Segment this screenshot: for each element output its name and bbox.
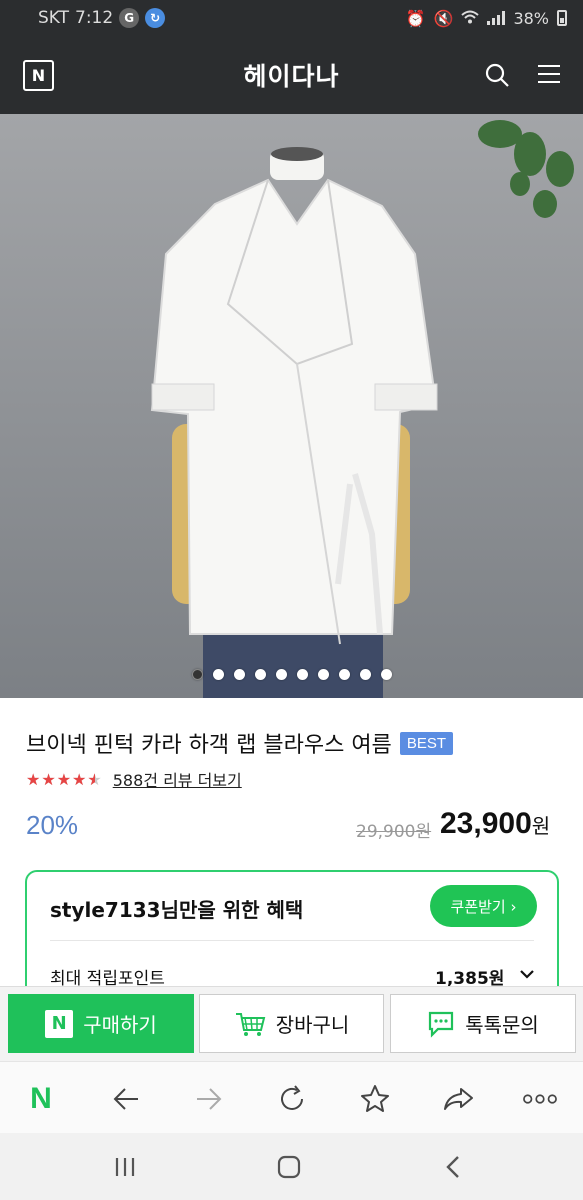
product-image-gallery[interactable] (0, 114, 583, 698)
recent-apps-icon[interactable] (111, 1153, 139, 1181)
sale-price: 23,900원 (440, 807, 550, 841)
naver-pay-icon: N (45, 1009, 74, 1038)
app-header: N 헤이다나 (0, 36, 583, 114)
cart-button[interactable]: 장바구니 (199, 994, 384, 1053)
wifi-icon (461, 9, 480, 28)
share-icon[interactable] (441, 1082, 475, 1116)
signal-icon (487, 11, 506, 25)
battery-icon (557, 10, 567, 26)
product-title-row: 브이넥 핀턱 카라 하객 랩 블라우스 여름 BEST (26, 727, 453, 759)
gallery-dot[interactable] (254, 669, 266, 680)
original-price: 29,900원 (356, 822, 432, 842)
carrier-label: SKT (38, 8, 70, 28)
rating-stars: ★★★★★ ★★★★★ (26, 770, 103, 789)
stars-filled: ★★★★★ (26, 769, 96, 789)
benefit-title: style7133님만을 위한 혜택 (50, 898, 304, 922)
forward-arrow-icon[interactable] (192, 1082, 226, 1116)
home-icon[interactable] (275, 1153, 303, 1181)
chevron-down-icon[interactable] (519, 968, 535, 980)
talktalk-inquiry-button[interactable]: 톡톡문의 (390, 994, 576, 1053)
coupon-button[interactable]: 쿠폰받기 › (430, 885, 537, 927)
gallery-dot[interactable] (212, 669, 224, 680)
alarm-icon: ⏰ (405, 8, 426, 28)
menu-icon[interactable] (537, 64, 561, 84)
battery-percent: 38% (513, 8, 549, 28)
back-nav-icon[interactable] (439, 1153, 467, 1181)
search-icon[interactable] (485, 63, 509, 87)
gallery-dot[interactable] (275, 669, 287, 680)
sync-app-icon: ↻ (145, 8, 166, 28)
chat-bubble-icon (429, 1011, 454, 1038)
system-navigation-bar (0, 1133, 583, 1200)
refresh-icon[interactable] (275, 1082, 309, 1116)
cart-label: 장바구니 (275, 1013, 350, 1037)
gallery-dot[interactable] (317, 669, 329, 680)
naver-logo-button[interactable]: N (23, 60, 54, 91)
buy-button[interactable]: N 구매하기 (8, 994, 194, 1053)
gallery-dot[interactable] (233, 669, 245, 680)
naver-home-button[interactable]: N (24, 1082, 58, 1116)
status-bar: SKT 7:12 G ↻ ⏰ 🔇 38% (0, 0, 583, 36)
browser-toolbar: N (0, 1061, 583, 1133)
gallery-dot[interactable] (338, 669, 350, 680)
mute-icon: 🔇 (433, 8, 454, 28)
cart-icon (235, 1012, 265, 1036)
benefit-divider (50, 940, 534, 941)
back-arrow-icon[interactable] (109, 1082, 143, 1116)
gallery-dot[interactable] (380, 669, 392, 680)
talk-label: 톡톡문의 (465, 1013, 539, 1037)
product-photo (0, 114, 583, 698)
sale-price-currency: 원 (531, 814, 551, 838)
discount-rate: 20% (26, 810, 79, 840)
gallery-dot[interactable] (296, 669, 308, 680)
more-icon[interactable] (523, 1082, 557, 1116)
sale-price-value: 23,900 (440, 807, 532, 840)
g-app-icon: G (119, 8, 140, 28)
review-link[interactable]: 588건 리뷰 더보기 (113, 767, 242, 791)
gallery-pagination (0, 669, 583, 680)
clock: 7:12 (75, 8, 114, 28)
buy-label: 구매하기 (83, 1013, 157, 1037)
best-badge: BEST (399, 731, 453, 755)
gallery-dot[interactable] (359, 669, 371, 680)
rating-row: ★★★★★ ★★★★★ 588건 리뷰 더보기 (26, 767, 242, 791)
purchase-action-bar: N 구매하기 장바구니 톡톡문의 (0, 986, 583, 1061)
star-icon[interactable] (358, 1082, 392, 1116)
gallery-dot[interactable] (191, 669, 203, 680)
product-title: 브이넥 핀턱 카라 하객 랩 블라우스 여름 (26, 733, 392, 758)
